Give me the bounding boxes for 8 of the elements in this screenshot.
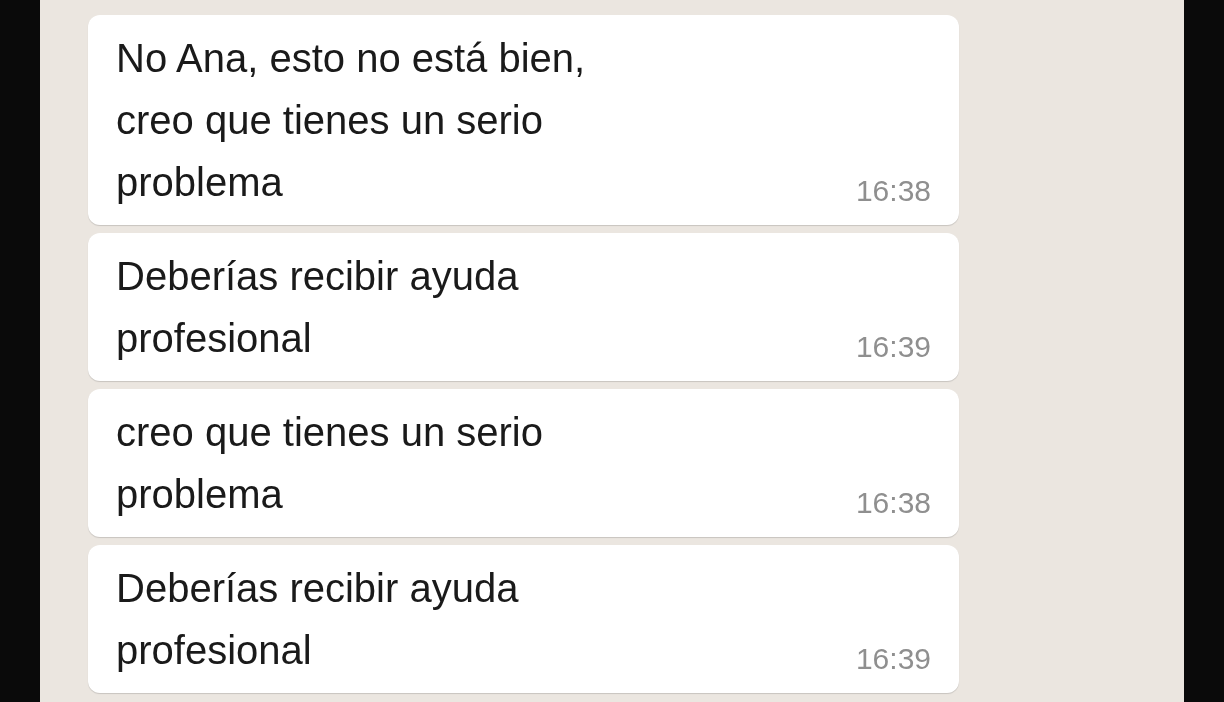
message-time: 16:39 xyxy=(855,329,931,365)
message-text: Deberías recibir ayuda profesional xyxy=(116,565,519,674)
message-time: 16:38 xyxy=(855,485,931,521)
message-text: creo que tienes un serio problema xyxy=(116,409,543,518)
message-text: No Ana, esto no está bien, creo que tienes un serio problema xyxy=(116,35,586,206)
message-time: 16:38 xyxy=(855,173,931,209)
message-text: Deberías recibir ayuda profesional xyxy=(116,253,519,362)
message-time: 16:39 xyxy=(855,641,931,677)
